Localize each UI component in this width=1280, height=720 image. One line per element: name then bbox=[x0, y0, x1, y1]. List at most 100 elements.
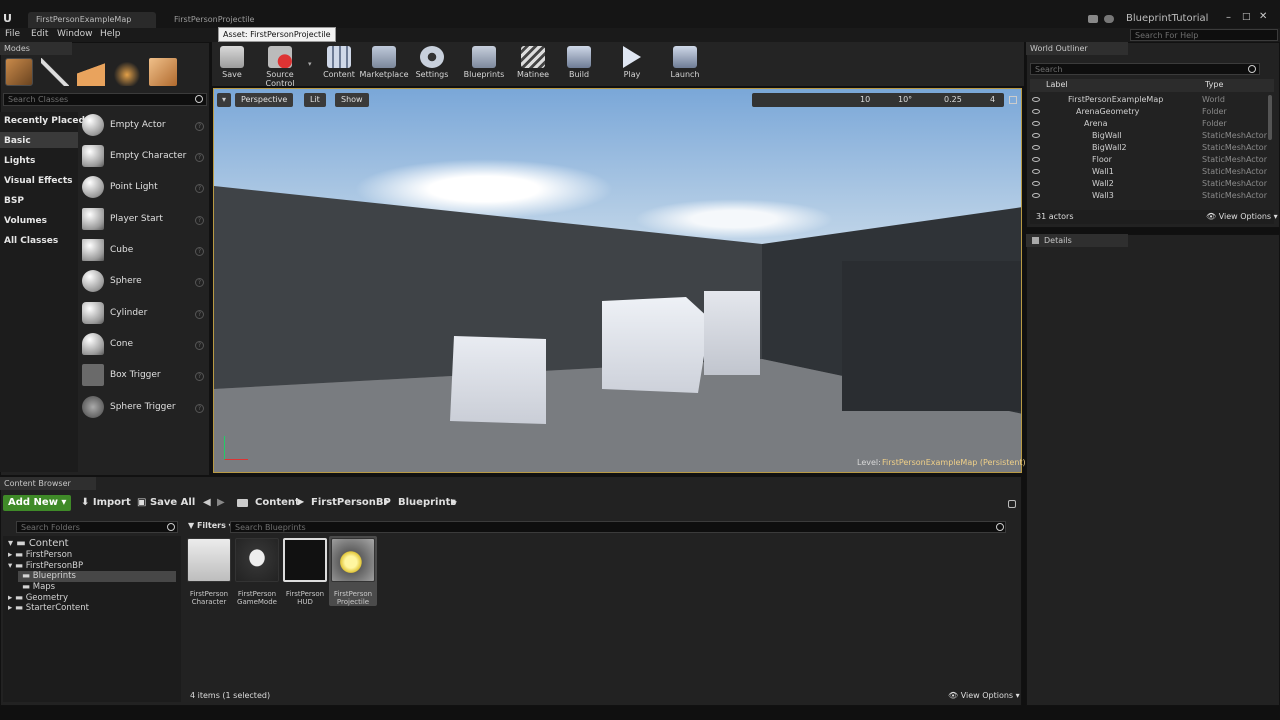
feedback-icon[interactable] bbox=[1104, 15, 1114, 23]
lit-button[interactable]: Lit bbox=[304, 93, 326, 107]
category-all-classes[interactable]: All Classes bbox=[4, 236, 58, 246]
help-icon[interactable]: ? bbox=[195, 216, 204, 225]
lock-icon[interactable] bbox=[1008, 500, 1016, 508]
category-lights[interactable]: Lights bbox=[4, 156, 35, 166]
asset-tile-selected[interactable]: FirstPerson Projectile bbox=[330, 538, 376, 606]
menu-help[interactable]: Help bbox=[100, 29, 121, 39]
place-empty-character[interactable]: Empty Character? bbox=[82, 143, 204, 171]
place-player-start[interactable]: Player Start? bbox=[82, 206, 204, 234]
eye-icon[interactable] bbox=[1032, 145, 1040, 150]
add-new-button[interactable]: Add New ▾ bbox=[3, 495, 71, 511]
toolbar-build[interactable]: Build bbox=[557, 44, 601, 86]
viewport[interactable] bbox=[213, 88, 1022, 473]
place-box-trigger[interactable]: Box Trigger? bbox=[82, 362, 204, 390]
asset-tile[interactable]: FirstPerson Character bbox=[186, 538, 232, 606]
outliner-view-options[interactable]: 👁 View Options ▾ bbox=[1206, 212, 1278, 221]
maximize-viewport-icon[interactable] bbox=[1009, 96, 1017, 104]
details-tab[interactable]: Details bbox=[1026, 234, 1128, 247]
eye-icon[interactable] bbox=[1032, 193, 1040, 198]
minimize-button[interactable]: – bbox=[1226, 12, 1238, 23]
outliner-search-input[interactable]: Search bbox=[1030, 63, 1260, 75]
camera-speed-value[interactable]: 4 bbox=[990, 95, 995, 104]
place-sphere[interactable]: Sphere? bbox=[82, 268, 204, 296]
grid-snap-value[interactable]: 10 bbox=[860, 95, 870, 104]
tab-first-person-example-map[interactable]: FirstPersonExampleMap bbox=[28, 12, 156, 28]
breadcrumb-blueprints[interactable]: Blueprints bbox=[398, 497, 456, 508]
help-icon[interactable]: ? bbox=[195, 341, 204, 350]
category-visual-effects[interactable]: Visual Effects bbox=[4, 176, 72, 186]
show-button[interactable]: Show bbox=[335, 93, 369, 107]
help-icon[interactable]: ? bbox=[195, 310, 204, 319]
tab-first-person-projectile[interactable]: FirstPersonProjectile bbox=[166, 12, 278, 28]
outliner-scrollbar[interactable] bbox=[1268, 95, 1272, 140]
folder-firstpersonbp[interactable]: ▾ ▬ FirstPersonBP bbox=[8, 561, 83, 571]
outliner-row[interactable]: Wall1 StaticMeshActor bbox=[1032, 166, 1274, 178]
perspective-button[interactable]: Perspective bbox=[235, 93, 294, 107]
toolbar-blueprints[interactable]: Blueprints bbox=[462, 44, 506, 86]
import-button[interactable]: ⬇ Import bbox=[81, 497, 131, 508]
place-cube[interactable]: Cube? bbox=[82, 237, 204, 265]
outliner-row[interactable]: Wall3 StaticMeshActor bbox=[1032, 190, 1274, 202]
world-outliner-tab[interactable]: World Outliner bbox=[1026, 42, 1128, 55]
eye-icon[interactable] bbox=[1032, 169, 1040, 174]
place-empty-actor[interactable]: Empty Actor? bbox=[82, 112, 204, 140]
folder-startercontent[interactable]: ▸ ▬ StarterContent bbox=[8, 603, 89, 613]
breadcrumb-content[interactable]: Content bbox=[255, 497, 300, 508]
back-arrow-icon[interactable]: ◀ bbox=[203, 497, 211, 508]
asset-search-input[interactable]: Search Blueprints bbox=[230, 521, 1006, 533]
notification-icon[interactable] bbox=[1088, 15, 1098, 23]
outliner-row[interactable]: BigWall StaticMeshActor bbox=[1032, 130, 1274, 142]
place-cone[interactable]: Cone? bbox=[82, 331, 204, 359]
help-search-input[interactable]: Search For Help bbox=[1130, 29, 1278, 41]
content-browser-tab[interactable]: Content Browser bbox=[0, 477, 96, 490]
folder-firstperson[interactable]: ▸ ▬ FirstPerson bbox=[8, 550, 72, 560]
help-icon[interactable]: ? bbox=[195, 122, 204, 131]
breadcrumb-firstpersonbp[interactable]: FirstPersonBP bbox=[311, 497, 391, 508]
eye-icon[interactable] bbox=[1032, 181, 1040, 186]
category-basic[interactable]: Basic bbox=[4, 136, 31, 146]
help-icon[interactable]: ? bbox=[195, 184, 204, 193]
help-icon[interactable]: ? bbox=[195, 404, 204, 413]
asset-tile[interactable]: FirstPerson GameMode bbox=[234, 538, 280, 606]
unreal-logo-icon[interactable]: U bbox=[3, 13, 13, 25]
eye-icon[interactable] bbox=[1032, 121, 1040, 126]
save-all-button[interactable]: ▣ Save All bbox=[137, 497, 195, 508]
class-search-input[interactable]: Search Classes bbox=[3, 93, 207, 106]
filters-button[interactable]: ▼ Filters ▾ bbox=[188, 521, 233, 530]
modes-tab[interactable]: Modes bbox=[0, 42, 72, 55]
eye-icon[interactable] bbox=[1032, 97, 1040, 102]
help-icon[interactable]: ? bbox=[195, 153, 204, 162]
outliner-col-type[interactable]: Type bbox=[1205, 80, 1223, 89]
viewport-options-button[interactable]: ▾ bbox=[217, 93, 231, 107]
menu-file[interactable]: File bbox=[5, 29, 20, 39]
asset-tile[interactable]: FirstPerson HUD bbox=[282, 538, 328, 606]
mode-place-icon[interactable] bbox=[5, 58, 33, 86]
mode-landscape-icon[interactable] bbox=[77, 58, 105, 86]
category-bsp[interactable]: BSP bbox=[4, 196, 24, 206]
mode-geometry-icon[interactable] bbox=[149, 58, 177, 86]
folder-search-input[interactable]: Search Folders bbox=[16, 521, 178, 533]
outliner-row[interactable]: Floor StaticMeshActor bbox=[1032, 154, 1274, 166]
help-icon[interactable]: ? bbox=[195, 372, 204, 381]
outliner-row[interactable]: BigWall2 StaticMeshActor bbox=[1032, 142, 1274, 154]
outliner-row[interactable]: ArenaGeometry Folder bbox=[1032, 106, 1274, 118]
folder-blueprints[interactable]: ▬ Blueprints bbox=[22, 571, 76, 581]
category-volumes[interactable]: Volumes bbox=[4, 216, 47, 226]
menu-window[interactable]: Window bbox=[57, 29, 93, 39]
eye-icon[interactable] bbox=[1032, 133, 1040, 138]
scale-snap-value[interactable]: 0.25 bbox=[944, 95, 962, 104]
outliner-col-label[interactable]: Label bbox=[1046, 80, 1068, 89]
mode-foliage-icon[interactable] bbox=[113, 58, 141, 86]
content-view-options[interactable]: 👁 View Options ▾ bbox=[948, 691, 1020, 700]
toolbar-save[interactable]: Save bbox=[210, 44, 254, 86]
help-icon[interactable]: ? bbox=[195, 247, 204, 256]
toolbar-content[interactable]: Content bbox=[317, 44, 361, 86]
rotation-snap-value[interactable]: 10° bbox=[898, 95, 912, 104]
place-sphere-trigger[interactable]: Sphere Trigger? bbox=[82, 394, 204, 422]
mode-paint-icon[interactable] bbox=[41, 58, 69, 86]
menu-edit[interactable]: Edit bbox=[31, 29, 48, 39]
help-icon[interactable]: ? bbox=[195, 278, 204, 287]
toolbar-matinee[interactable]: Matinee bbox=[511, 44, 555, 86]
folder-geometry[interactable]: ▸ ▬ Geometry bbox=[8, 593, 68, 603]
close-button[interactable]: ✕ bbox=[1259, 11, 1271, 22]
